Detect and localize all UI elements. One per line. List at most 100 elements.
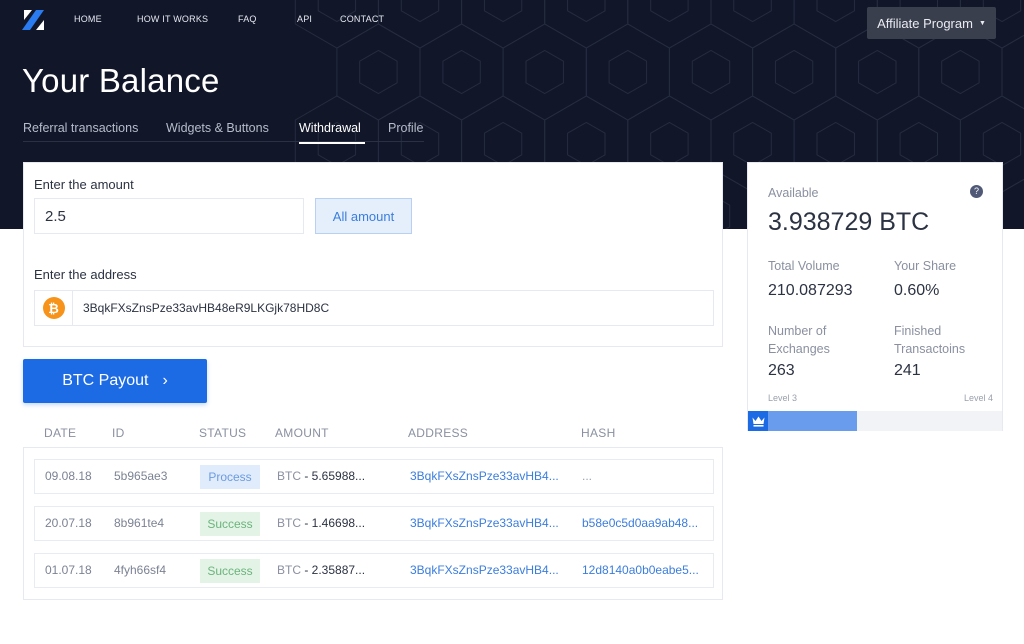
status-badge: Process bbox=[200, 465, 260, 489]
affiliate-program-label: Affiliate Program bbox=[877, 15, 973, 31]
finished-transactions-label: Finished Transactoins bbox=[894, 324, 966, 356]
row-amount: BTC - 2.35887... bbox=[277, 554, 365, 587]
table-row[interactable]: 09.08.18 5b965ae3 Process BTC - 5.65988.… bbox=[34, 459, 714, 494]
your-share-label: Your Share bbox=[894, 259, 957, 273]
btc-payout-button[interactable]: BTC Payout › bbox=[23, 359, 207, 403]
row-amount-value: - 1.46698... bbox=[301, 516, 366, 530]
tab-withdrawal[interactable]: Withdrawal bbox=[299, 121, 388, 144]
transactions-table-header: DATE ID STATUS AMOUNT ADDRESS HASH bbox=[0, 426, 740, 440]
row-hash-link[interactable]: 12d8140a0b0eabe5... bbox=[582, 554, 699, 587]
hexagon-shape bbox=[419, 23, 504, 121]
inner-cube-shape bbox=[525, 49, 564, 95]
nav-contact[interactable]: CONTACT bbox=[340, 14, 384, 24]
hexagon-shape bbox=[461, 0, 546, 49]
hexagon-shape bbox=[1001, 178, 1024, 229]
page-title: Your Balance bbox=[22, 62, 220, 99]
inner-cube-shape bbox=[400, 0, 440, 23]
nav-api[interactable]: API bbox=[297, 14, 340, 24]
hexagon-shape bbox=[502, 23, 587, 121]
hexagon-shape bbox=[377, 0, 463, 49]
table-row[interactable]: 20.07.18 8b961te4 Success BTC - 1.46698.… bbox=[34, 506, 714, 541]
address-label: Enter the address bbox=[34, 267, 137, 282]
inner-cube-shape bbox=[442, 49, 481, 95]
withdrawal-form: Enter the amount All amount Enter the ad… bbox=[23, 162, 723, 347]
caret-down-icon: ▼ bbox=[978, 19, 986, 27]
inner-cube-shape bbox=[816, 0, 855, 23]
row-date: 20.07.18 bbox=[45, 516, 92, 530]
row-amount: BTC - 1.46698... bbox=[277, 507, 365, 540]
inner-cube-shape bbox=[982, 121, 1022, 167]
inner-cube-shape bbox=[650, 0, 689, 23]
inner-cube-shape bbox=[899, 121, 938, 167]
available-balance: 3.938729 BTC bbox=[768, 208, 930, 236]
row-currency: BTC bbox=[277, 563, 301, 577]
column-id: ID bbox=[112, 426, 125, 440]
status-badge: Success bbox=[200, 512, 260, 536]
amount-input[interactable] bbox=[34, 198, 304, 234]
status-badge: Success bbox=[200, 559, 260, 583]
level-progress-bar bbox=[748, 411, 1002, 431]
column-date: DATE bbox=[44, 426, 77, 440]
row-address-link[interactable]: 3BqkFXsZnsPze33avHB4... bbox=[410, 460, 559, 493]
inner-cube-shape bbox=[359, 49, 398, 95]
column-hash: HASH bbox=[581, 426, 616, 440]
logo-icon[interactable] bbox=[22, 8, 46, 32]
tab-referral-transactions[interactable]: Referral transactions bbox=[23, 121, 166, 142]
current-level-label: Level 3 bbox=[768, 393, 798, 403]
total-volume-value: 210.087293 bbox=[768, 282, 853, 299]
affiliate-program-dropdown[interactable]: Affiliate Program ▼ bbox=[867, 7, 996, 39]
inner-cube-shape bbox=[483, 121, 523, 167]
hexagon-shape bbox=[1001, 34, 1024, 110]
hexagon-shape bbox=[793, 0, 878, 49]
total-volume-label: Total Volume bbox=[768, 259, 840, 273]
inner-cube-shape bbox=[650, 121, 689, 167]
tab-profile[interactable]: Profile bbox=[388, 121, 423, 142]
hexagon-shape bbox=[294, 0, 379, 49]
tab-widgets-buttons[interactable]: Widgets & Buttons bbox=[166, 121, 299, 142]
row-address-link[interactable]: 3BqkFXsZnsPze33avHB4... bbox=[410, 507, 559, 540]
hexagon-shape bbox=[668, 23, 754, 121]
inner-cube-shape bbox=[567, 121, 606, 167]
nav-home[interactable]: HOME bbox=[74, 14, 137, 24]
row-id: 4fyh66sf4 bbox=[114, 563, 167, 577]
inner-cube-shape bbox=[483, 0, 523, 23]
transactions-table: 09.08.18 5b965ae3 Process BTC - 5.65988.… bbox=[23, 447, 723, 600]
hexagon-shape bbox=[544, 0, 629, 49]
nav-how-it-works[interactable]: HOW IT WORKS bbox=[137, 14, 238, 24]
row-hash-link[interactable]: b58e0c5d0aa9ab48... bbox=[582, 507, 698, 540]
hexagon-shape bbox=[585, 23, 670, 121]
amount-label: Enter the amount bbox=[34, 177, 134, 192]
row-date: 09.08.18 bbox=[45, 469, 92, 483]
row-amount: BTC - 5.65988... bbox=[277, 460, 365, 493]
row-date: 01.07.18 bbox=[45, 563, 92, 577]
exchanges-value: 263 bbox=[768, 362, 795, 379]
hexagon-shape bbox=[710, 0, 795, 49]
row-id: 5b965ae3 bbox=[114, 469, 168, 483]
hexagon-shape bbox=[627, 0, 712, 49]
address-field[interactable]: ₿ bbox=[34, 290, 714, 326]
help-icon[interactable]: ? bbox=[970, 185, 983, 198]
address-input[interactable] bbox=[73, 301, 673, 315]
column-address: ADDRESS bbox=[408, 426, 469, 440]
table-row[interactable]: 01.07.18 4fyh66sf4 Success BTC - 2.35887… bbox=[34, 553, 714, 588]
coin-selector: ₿ bbox=[35, 291, 73, 325]
inner-cube-shape bbox=[816, 121, 855, 167]
inner-cube-shape bbox=[733, 0, 772, 23]
crown-icon bbox=[752, 416, 764, 427]
inner-cube-shape bbox=[691, 49, 731, 95]
row-id: 8b961te4 bbox=[114, 516, 165, 530]
nav-faq[interactable]: FAQ bbox=[238, 14, 297, 24]
all-amount-button[interactable]: All amount bbox=[315, 198, 412, 234]
row-address-link[interactable]: 3BqkFXsZnsPze33avHB4... bbox=[410, 554, 559, 587]
btc-payout-label: BTC Payout bbox=[62, 372, 149, 389]
available-label: Available bbox=[768, 186, 819, 200]
balance-tabs: Referral transactions Widgets & Buttons … bbox=[23, 121, 424, 144]
balance-stats-card: Available ? 3.938729 BTC Total Volume 21… bbox=[747, 162, 1003, 431]
row-hash: ... bbox=[582, 469, 593, 483]
inner-cube-shape bbox=[608, 49, 648, 95]
row-amount-value: - 5.65988... bbox=[301, 469, 366, 483]
next-level-label: Level 4 bbox=[963, 393, 993, 403]
inner-cube-shape bbox=[858, 49, 897, 95]
crown-badge bbox=[748, 411, 768, 431]
bitcoin-icon: ₿ bbox=[42, 297, 65, 319]
